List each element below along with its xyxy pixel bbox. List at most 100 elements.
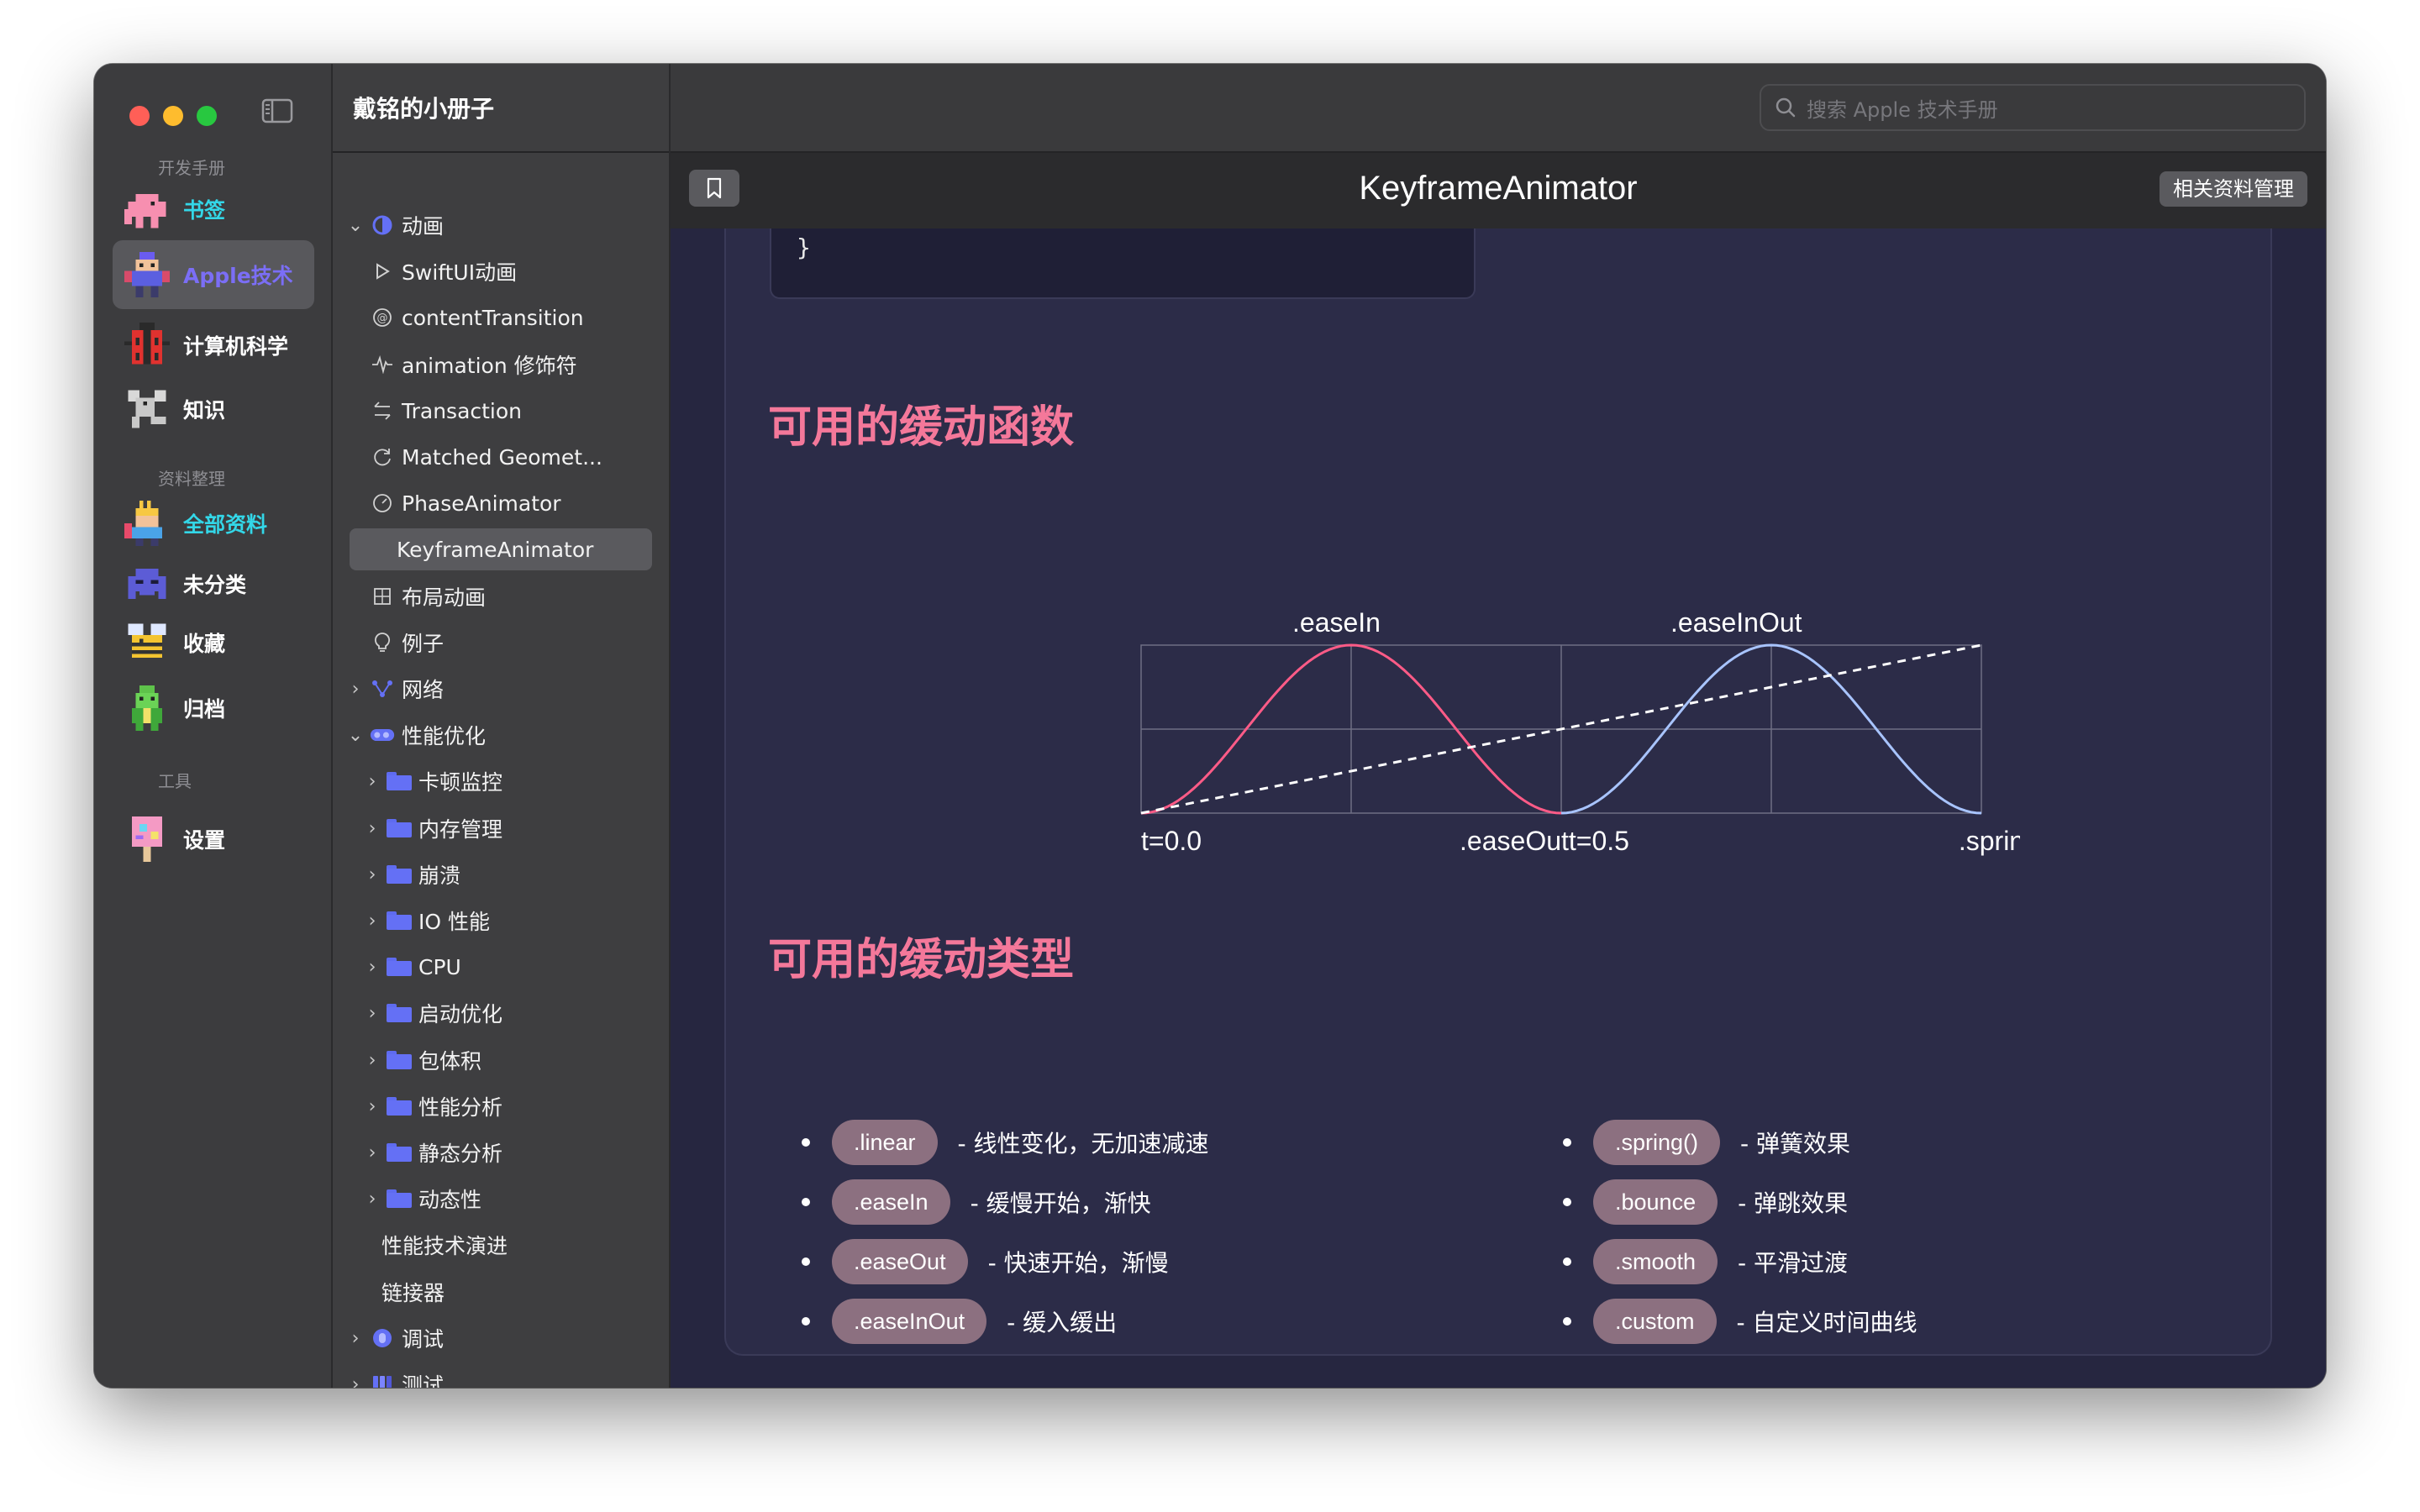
tree-item-selected[interactable]: KeyframeAnimator: [350, 528, 652, 570]
sidebar-item-apple-tech[interactable]: Apple技术: [113, 240, 314, 309]
tree-item[interactable]: › 动态性: [363, 1178, 481, 1220]
chevron-right-icon[interactable]: ›: [363, 1142, 381, 1163]
tree-item[interactable]: 布局动画: [370, 575, 486, 617]
at-icon: @: [370, 305, 395, 330]
chevron-down-icon[interactable]: ⌄: [346, 215, 365, 236]
tree-item-label: 例子: [402, 632, 445, 656]
section-title-materials: 资料整理: [158, 469, 225, 489]
folder-icon: [387, 908, 412, 933]
chevron-right-icon[interactable]: ›: [363, 771, 381, 792]
bookmark-icon: [707, 177, 722, 199]
sidebar-toggle-icon[interactable]: [259, 92, 296, 129]
heading-ease-functions: 可用的缓动函数: [768, 402, 1075, 453]
chevron-right-icon[interactable]: ›: [363, 864, 381, 885]
tree-item[interactable]: › 启动优化: [363, 992, 502, 1034]
tree-item[interactable]: SwiftUI动画: [370, 250, 517, 292]
grid-icon: [370, 584, 395, 609]
bullet: [802, 1257, 810, 1266]
gauge-icon: [370, 491, 395, 516]
sidebar-item-computer-science[interactable]: 计算机科学: [113, 311, 314, 380]
tree-item[interactable]: Matched Geomet...: [370, 436, 602, 478]
tree-item[interactable]: › 内存管理: [363, 807, 502, 849]
code-block: }: [770, 228, 1476, 299]
refresh-icon: [370, 444, 395, 470]
tree-item[interactable]: › 性能分析: [363, 1085, 502, 1127]
sidebar-item-label: 设置: [183, 828, 226, 853]
tree-item[interactable]: Transaction: [370, 390, 522, 432]
sidebar-item-archive[interactable]: 归档: [113, 674, 314, 743]
chart-x-label: .easeOutt=0.5: [1460, 826, 1629, 856]
animation-circle-icon: [370, 213, 395, 238]
zoom-window-button[interactable]: [197, 106, 217, 126]
tree-item-label: 布局动画: [402, 585, 487, 610]
chevron-right-icon[interactable]: ›: [363, 1189, 381, 1210]
chevron-right-icon[interactable]: ›: [363, 1096, 381, 1117]
chevron-right-icon[interactable]: ›: [346, 1374, 365, 1389]
sidebar-item-settings[interactable]: 设置: [113, 805, 314, 874]
sidebar-item-label: 书签: [183, 198, 226, 223]
tree-item[interactable]: ⌄ 性能优化: [346, 714, 486, 756]
chevron-right-icon[interactable]: ›: [346, 679, 365, 700]
folder-icon: [387, 1000, 412, 1026]
pixel-invader-icon: [128, 569, 166, 599]
app-window: 开发手册 书签 Apple技术 计算机科学 知识 资料整理 全部资料 未分类 收…: [94, 64, 2326, 1388]
chevron-right-icon[interactable]: ›: [363, 911, 381, 932]
chevron-right-icon[interactable]: ›: [346, 1328, 365, 1349]
tree-item[interactable]: @ contentTransition: [370, 297, 584, 339]
sidebar-item-all-materials[interactable]: 全部资料: [113, 489, 314, 558]
tree-item[interactable]: › 调试: [346, 1317, 444, 1359]
chevron-right-icon[interactable]: ›: [363, 957, 381, 978]
sidebar-item-label: 未分类: [183, 573, 247, 597]
ease-description: - 平滑过渡: [1738, 1249, 1849, 1277]
tree-item[interactable]: 例子: [370, 622, 444, 664]
tree-item[interactable]: ⌄ 动画: [346, 204, 444, 246]
tree-item[interactable]: 性能技术演进: [381, 1224, 508, 1266]
tree-item[interactable]: 链接器: [381, 1271, 445, 1313]
tree-item[interactable]: › 测试: [346, 1363, 444, 1388]
tree-item[interactable]: › 包体积: [363, 1039, 481, 1081]
bulb-icon: [370, 630, 395, 655]
code-text: }: [797, 234, 811, 261]
tree-item-label: 测试: [402, 1373, 445, 1388]
tree-item[interactable]: › CPU: [363, 946, 461, 988]
tree-item[interactable]: › IO 性能: [363, 900, 490, 942]
tree-item-label: 内存管理: [418, 817, 503, 842]
bookmark-button[interactable]: [689, 170, 739, 207]
chevron-right-icon[interactable]: ›: [363, 1050, 381, 1071]
tree-item[interactable]: › 静态分析: [363, 1131, 502, 1173]
sidebar-item-label: 知识: [183, 398, 226, 423]
ease-type-item: .bounce - 弹跳效果: [1563, 1179, 1848, 1226]
chevron-down-icon[interactable]: ⌄: [346, 725, 365, 746]
close-window-button[interactable]: [129, 106, 150, 126]
sidebar-item-favorites[interactable]: 收藏: [113, 608, 314, 677]
bullet: [802, 1138, 810, 1147]
related-materials-button[interactable]: 相关资料管理: [2160, 171, 2307, 207]
chart-annotation: .easeInOut: [1670, 607, 1802, 638]
debug-icon: [370, 1326, 395, 1351]
sidebar-item-label: 收藏: [183, 632, 226, 656]
tree-item[interactable]: › 崩溃: [363, 853, 460, 895]
pink-elephant-icon: [124, 194, 166, 228]
gauge-pill-icon: [370, 722, 395, 748]
chevron-right-icon[interactable]: ›: [363, 818, 381, 839]
chart-x-label: .spring() t=1.0: [1959, 826, 2020, 856]
sidebar-item-knowledge[interactable]: 知识: [113, 375, 314, 444]
minimize-window-button[interactable]: [163, 106, 183, 126]
tree-item[interactable]: animation 修饰符: [370, 344, 577, 386]
app-title: 戴铭的小册子: [353, 95, 495, 123]
ease-tag: .easeInOut: [832, 1299, 987, 1344]
tree-item[interactable]: › 网络: [346, 668, 444, 710]
pixel-robot-icon: [124, 252, 170, 297]
outline-panel: 戴铭的小册子 ⌄ 动画 SwiftUI动画 @ contentTransition ani…: [333, 64, 671, 1388]
heading-ease-types: 可用的缓动类型: [768, 935, 1075, 985]
tree-item[interactable]: PhaseAnimator: [370, 482, 561, 524]
folder-icon: [387, 1094, 412, 1119]
folder-icon: [387, 769, 412, 794]
search-field[interactable]: 搜索 Apple 技术手册: [1760, 84, 2306, 131]
tree-item-label: 崩溃: [418, 864, 461, 888]
tree-item[interactable]: › 卡顿监控: [363, 760, 502, 802]
chevron-right-icon[interactable]: ›: [363, 1003, 381, 1024]
bullet: [1563, 1317, 1571, 1326]
ease-tag: .easeOut: [832, 1239, 968, 1284]
sidebar-item-bookmarks[interactable]: 书签: [113, 175, 314, 244]
